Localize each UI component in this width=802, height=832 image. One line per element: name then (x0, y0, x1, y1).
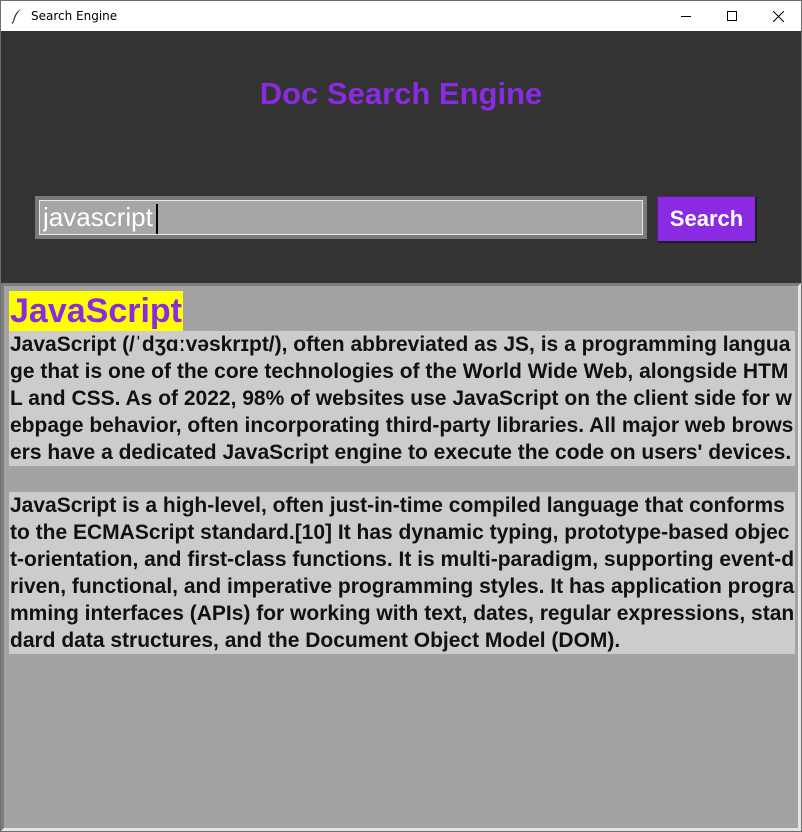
search-button[interactable]: Search (657, 196, 757, 243)
window-controls (663, 1, 801, 31)
minimize-button[interactable] (663, 1, 709, 31)
results-panel[interactable]: JavaScript JavaScript (/ˈdʒɑːvəskrɪpt/),… (1, 283, 801, 831)
maximize-button[interactable] (709, 1, 755, 31)
page-title: Doc Search Engine (259, 76, 543, 111)
result-paragraph: JavaScript (/ˈdʒɑːvəskrɪpt/), often abbr… (9, 331, 795, 466)
result-title: JavaScript (9, 291, 183, 331)
close-icon (772, 10, 784, 22)
search-input-frame (35, 196, 647, 239)
maximize-icon (727, 11, 737, 21)
close-button[interactable] (755, 1, 801, 31)
result-paragraph: JavaScript is a high-level, often just-i… (9, 492, 795, 654)
minimize-icon (681, 16, 691, 17)
text-cursor (156, 204, 158, 234)
title-bar[interactable]: Search Engine (1, 1, 801, 31)
window-title: Search Engine (31, 9, 118, 23)
feather-icon (9, 8, 25, 24)
app-window: Search Engine Doc Search Engine javascri… (0, 0, 802, 832)
paragraph-separator (9, 466, 795, 492)
search-input[interactable] (39, 200, 643, 235)
